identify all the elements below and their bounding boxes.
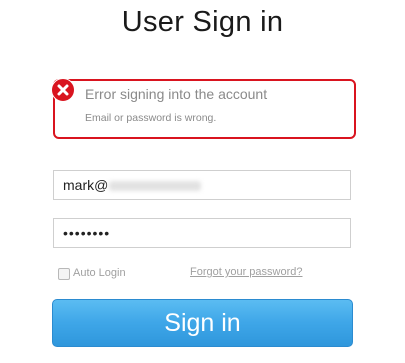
password-value: •••••••• [63,225,111,241]
error-title: Error signing into the account [85,86,268,102]
auto-login-checkbox[interactable] [58,268,70,280]
error-x-icon [51,78,75,102]
error-detail: Email or password is wrong. [85,112,217,124]
auto-login-label[interactable]: Auto Login [73,267,126,279]
password-field[interactable]: •••••••• [53,218,351,248]
email-field[interactable]: mark@ [53,170,351,200]
email-value: mark@ [63,177,109,193]
email-redacted [109,181,202,192]
sign-in-page: User Sign in Error signing into the acco… [0,0,405,363]
page-title: User Sign in [121,6,284,38]
sign-in-button[interactable]: Sign in [52,299,353,347]
forgot-password-link[interactable]: Forgot your password? [190,266,303,278]
